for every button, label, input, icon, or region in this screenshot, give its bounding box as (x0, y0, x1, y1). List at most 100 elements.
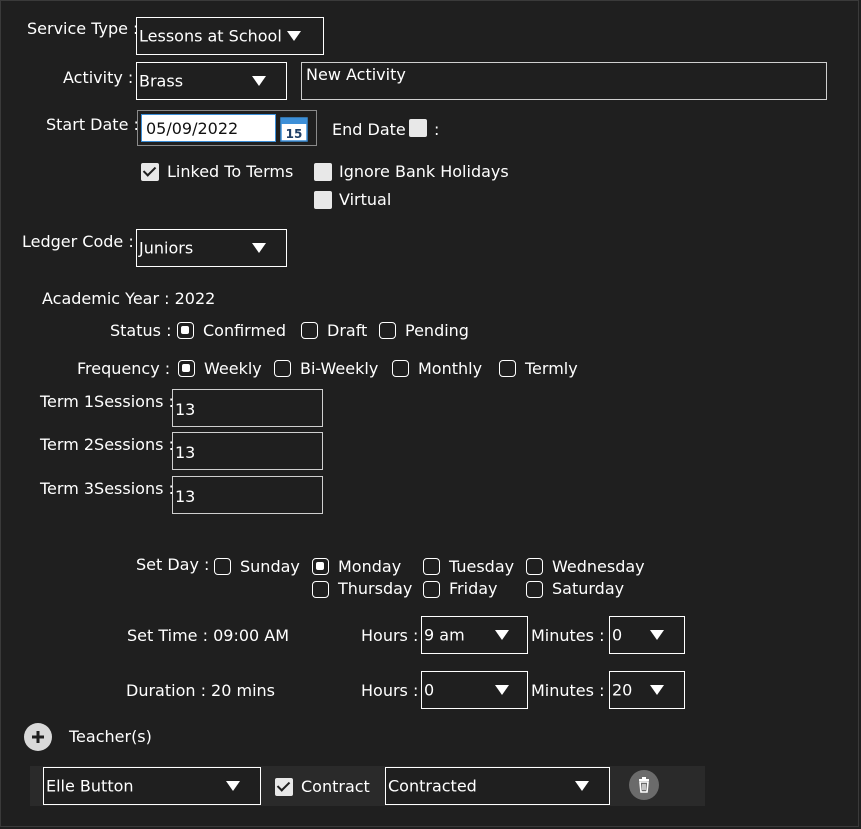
chevron-down-icon (575, 781, 589, 791)
status-radio-confirmed[interactable] (177, 322, 194, 339)
duration-text: Duration : 20 mins (126, 681, 276, 700)
ledger-code-select[interactable]: Juniors (136, 229, 287, 267)
set-time-minutes-select[interactable]: 0 (609, 616, 685, 654)
service-type-label: Service Type : (27, 19, 139, 38)
day-option-monday: Monday (338, 557, 402, 576)
chevron-down-icon (252, 243, 266, 253)
end-date-label: End Date (332, 120, 406, 139)
teachers-label: Teacher(s) (69, 727, 152, 746)
frequency-radio-weekly[interactable] (178, 360, 195, 377)
ignore-bank-holidays-label: Ignore Bank Holidays (339, 162, 509, 181)
add-teacher-button[interactable] (24, 723, 52, 751)
day-option-saturday: Saturday (552, 579, 625, 598)
frequency-option-monthly: Monthly (418, 359, 483, 378)
linked-to-terms-checkbox[interactable] (141, 163, 159, 181)
status-label: Status : (110, 321, 172, 340)
day-option-friday: Friday (449, 579, 498, 598)
activity-value: Brass (139, 71, 184, 91)
day-radio-saturday[interactable] (526, 581, 543, 598)
academic-year-text: Academic Year : 2022 (42, 289, 216, 308)
frequency-label: Frequency : (77, 359, 171, 378)
set-time-text: Set Time : 09:00 AM (127, 626, 290, 645)
linked-to-terms-label: Linked To Terms (167, 162, 294, 181)
term1-sessions-value: 13 (175, 400, 196, 419)
calendar-day-text: 15 (286, 127, 303, 141)
ledger-code-label: Ledger Code : (22, 232, 134, 251)
chevron-down-icon (650, 685, 664, 695)
term1-sessions-input[interactable]: 13 (172, 389, 323, 427)
chevron-down-icon (226, 781, 240, 791)
contract-label: Contract (301, 777, 370, 796)
frequency-option-termly: Termly (525, 359, 578, 378)
frequency-option-weekly: Weekly (204, 359, 262, 378)
day-radio-friday[interactable] (423, 581, 440, 598)
term1-sessions-label: Term 1Sessions : (40, 392, 174, 411)
chevron-down-icon (252, 76, 266, 86)
plus-icon (32, 731, 44, 743)
term2-sessions-input[interactable]: 13 (172, 432, 323, 470)
teacher-name-value: Elle Button (46, 776, 134, 796)
start-date-label: Start Date : (46, 115, 139, 134)
activity-select[interactable]: Brass (136, 62, 287, 100)
ignore-bank-holidays-checkbox[interactable] (314, 163, 332, 181)
status-option-draft: Draft (327, 321, 368, 340)
term3-sessions-label: Term 3Sessions : (40, 479, 174, 498)
chevron-down-icon (495, 685, 509, 695)
term2-sessions-value: 13 (175, 443, 196, 462)
duration-hours-select[interactable]: 0 (421, 671, 528, 709)
frequency-option-biweekly: Bi-Weekly (300, 359, 379, 378)
status-option-confirmed: Confirmed (203, 321, 287, 340)
chevron-down-icon (495, 630, 509, 640)
contract-checkbox[interactable] (275, 778, 293, 796)
status-radio-draft[interactable] (301, 322, 318, 339)
set-time-hours-value: 9 am (424, 625, 465, 645)
term3-sessions-value: 13 (175, 487, 196, 506)
set-time-hours-label: Hours : (361, 626, 419, 645)
day-radio-wednesday[interactable] (526, 558, 543, 575)
frequency-radio-biweekly[interactable] (274, 360, 291, 377)
calendar-icon[interactable]: 15 (280, 116, 308, 142)
duration-hours-label: Hours : (361, 681, 419, 700)
term2-sessions-label: Term 2Sessions : (40, 435, 174, 454)
set-time-minutes-label: Minutes : (531, 626, 605, 645)
status-option-pending: Pending (405, 321, 469, 340)
day-radio-monday[interactable] (312, 558, 329, 575)
service-type-select[interactable]: Lessons at School (136, 17, 324, 55)
activity-name-value: New Activity (306, 65, 406, 84)
service-type-value: Lessons at School (139, 26, 282, 46)
day-radio-thursday[interactable] (312, 581, 329, 598)
activity-name-input[interactable]: New Activity (301, 62, 827, 100)
delete-teacher-button[interactable] (629, 770, 659, 800)
contract-type-select[interactable]: Contracted (385, 767, 610, 805)
day-option-sunday: Sunday (240, 557, 300, 576)
set-time-hours-select[interactable]: 9 am (421, 616, 528, 654)
set-time-minutes-value: 0 (612, 625, 623, 645)
day-option-tuesday: Tuesday (449, 557, 515, 576)
duration-hours-value: 0 (424, 680, 435, 700)
chevron-down-icon (650, 630, 664, 640)
teacher-name-select[interactable]: Elle Button (43, 767, 261, 805)
set-day-label: Set Day : (136, 555, 210, 574)
chevron-down-icon (287, 31, 301, 41)
trash-icon (639, 777, 649, 793)
frequency-radio-monthly[interactable] (392, 360, 409, 377)
start-date-value: 05/09/2022 (146, 119, 239, 138)
virtual-label: Virtual (339, 190, 392, 209)
duration-minutes-label: Minutes : (531, 681, 605, 700)
term3-sessions-input[interactable]: 13 (172, 476, 323, 514)
start-date-picker[interactable]: 05/09/2022 15 (137, 110, 317, 146)
status-radio-pending[interactable] (379, 322, 396, 339)
frequency-radio-termly[interactable] (499, 360, 516, 377)
day-option-wednesday: Wednesday (552, 557, 645, 576)
activity-label: Activity : (63, 68, 134, 87)
virtual-checkbox[interactable] (314, 191, 332, 209)
start-date-input[interactable]: 05/09/2022 (141, 114, 276, 142)
day-radio-tuesday[interactable] (423, 558, 440, 575)
day-radio-sunday[interactable] (214, 558, 231, 575)
end-date-suffix: : (434, 120, 440, 139)
contract-type-value: Contracted (388, 776, 477, 796)
day-option-thursday: Thursday (338, 579, 413, 598)
duration-minutes-select[interactable]: 20 (609, 671, 685, 709)
end-date-checkbox[interactable] (409, 119, 427, 137)
duration-minutes-value: 20 (612, 680, 633, 700)
